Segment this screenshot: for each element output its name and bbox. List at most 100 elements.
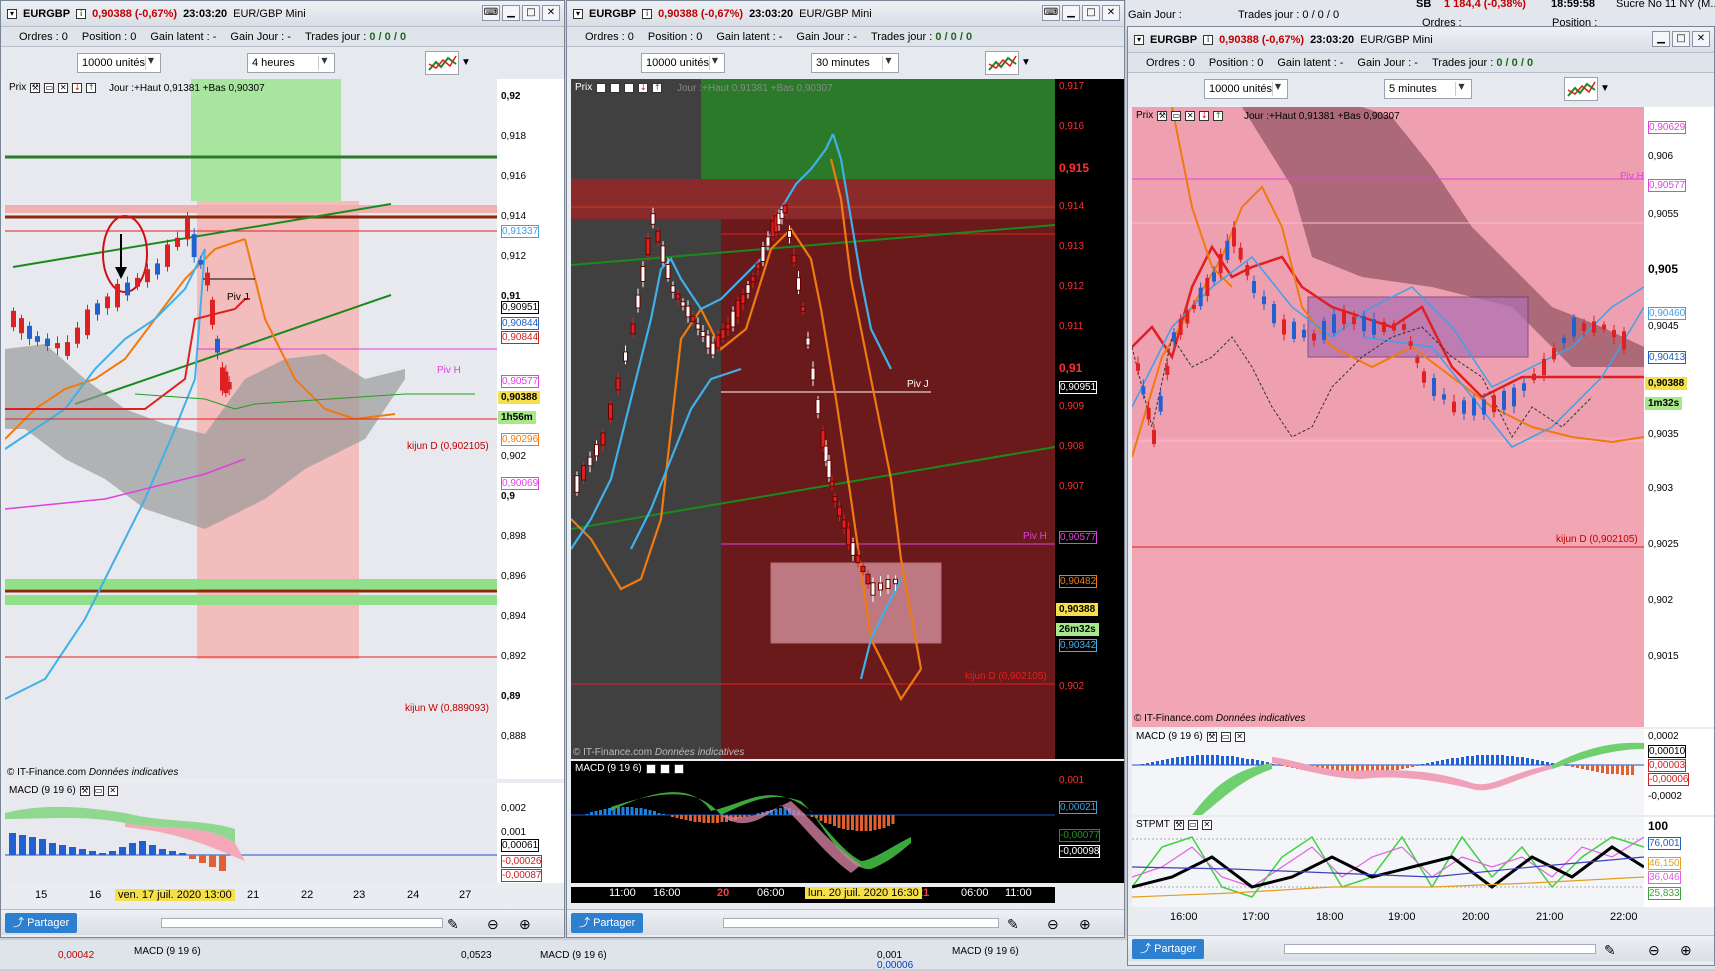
wrench-icon[interactable]: ⚒ <box>645 763 656 774</box>
chevron-down-icon[interactable]: ▾ <box>7 8 17 19</box>
close-icon[interactable]: ✕ <box>58 82 69 93</box>
maximize-button[interactable]: □ <box>1082 5 1100 21</box>
maximize-button[interactable]: □ <box>1672 31 1690 47</box>
units-select[interactable]: 10000 unités ▼ <box>77 53 161 73</box>
price-axis[interactable]: 0,92 0,918 0,916 0,914 0,912 0,91 0,902 … <box>497 79 564 779</box>
price-chart[interactable]: Prix ⚒ ▭ ✕ ↓ ↑ Jour :+Haut 0,91381 +Bas … <box>1132 107 1644 727</box>
drawing-tool-icon[interactable]: ✎ <box>447 916 459 933</box>
timeframe-select[interactable]: 5 minutes ▼ <box>1384 79 1472 99</box>
close-icon[interactable]: ✕ <box>1234 731 1245 742</box>
candle <box>791 254 797 264</box>
horizontal-scrollbar[interactable] <box>1284 944 1596 954</box>
chevron-down-icon[interactable]: ▾ <box>573 8 583 19</box>
macd-histogram-bar <box>1191 756 1194 765</box>
horizontal-scrollbar[interactable] <box>161 918 443 928</box>
units-select[interactable]: 10000 unités ▼ <box>641 53 725 73</box>
partager-button[interactable]: ⤴ Partager <box>1132 939 1205 959</box>
units-select[interactable]: 10000 unités ▼ <box>1204 79 1288 99</box>
wrench-icon[interactable]: ⚒ <box>79 785 90 796</box>
candle <box>587 456 593 467</box>
zoom-out-icon[interactable]: ⊖ <box>487 916 499 933</box>
trades-jour-label: Trades jour : <box>870 30 933 43</box>
window-icon[interactable]: ▭ <box>1220 731 1231 742</box>
close-button[interactable]: ✕ <box>1102 5 1120 21</box>
price-axis[interactable]: 0,917 0,916 0,915 0,914 0,913 0,912 0,91… <box>1055 79 1124 759</box>
stpmt-panel[interactable]: STPMT ⚒ ▭ ✕ <box>1132 817 1644 907</box>
macd-histogram-bar <box>1571 765 1574 767</box>
price-axis[interactable]: 0,90629 0,906 0,90577 0,9055 0,905 0,904… <box>1644 107 1714 727</box>
zoom-out-icon[interactable]: ⊖ <box>1648 942 1660 959</box>
donnees-text: Données indicatives <box>88 767 179 778</box>
wrench-icon[interactable]: ⚒ <box>1173 819 1184 830</box>
chart-type-button[interactable] <box>985 51 1019 75</box>
drawing-tool-icon[interactable]: ✎ <box>1604 942 1616 959</box>
macd-panel[interactable]: MACD (9 19 6) ⚒ ▭ ✕ <box>1132 729 1644 815</box>
macd-histogram-bar <box>594 811 598 815</box>
zoom-in-icon[interactable]: ⊕ <box>1680 942 1692 959</box>
window-icon[interactable]: ▭ <box>596 82 607 93</box>
price-chart[interactable]: Jour :+Haut 0,91381 +Bas 0,90307 Prix ⚒ … <box>5 79 497 779</box>
minimize-button[interactable]: ▁ <box>1062 5 1080 21</box>
partager-label: Partager <box>1154 943 1197 955</box>
candle <box>85 309 90 336</box>
date-tag: lun. 20 juil. 2020 16:30 <box>805 887 922 899</box>
symbol: EURGBP <box>23 7 71 20</box>
horizontal-scrollbar[interactable] <box>723 918 999 928</box>
arrow-down-icon[interactable]: ↓ <box>72 82 83 93</box>
y-tick: 0,905 <box>1648 262 1679 276</box>
chart-type-button[interactable] <box>425 51 459 75</box>
info-icon[interactable]: i <box>76 8 87 19</box>
arrow-up-icon[interactable]: ↑ <box>652 82 663 93</box>
maximize-button[interactable]: □ <box>522 5 540 21</box>
close-icon[interactable]: ✕ <box>1185 110 1196 121</box>
info-icon[interactable]: i <box>1203 34 1214 45</box>
candle <box>1136 363 1140 371</box>
x-label: 06:00 <box>961 887 989 899</box>
price-chart[interactable]: Prix ▭ ⚒ ✕ ↓ ↑ Jour :+Haut 0,91381 +Bas … <box>571 79 1055 759</box>
chart-type-button[interactable] <box>1564 77 1598 101</box>
timeframe-select[interactable]: 30 minutes ▼ <box>811 53 899 73</box>
zoom-in-icon[interactable]: ⊕ <box>1079 916 1091 933</box>
macd-histogram-bar <box>882 815 886 828</box>
window-icon[interactable]: ▭ <box>44 82 55 93</box>
close-icon[interactable]: ✕ <box>1201 819 1212 830</box>
partager-button[interactable]: ⤴ Partager <box>571 913 644 933</box>
drawing-tool-icon[interactable]: ✎ <box>1007 916 1019 933</box>
arrow-down-icon[interactable]: ↓ <box>1199 110 1210 121</box>
gain-jour-value: - <box>1414 56 1418 69</box>
macd-panel[interactable]: MACD (9 19 6) ⚒ ▭ ✕ <box>5 783 497 883</box>
window-icon[interactable]: ▭ <box>1171 110 1182 121</box>
window-icon[interactable]: ▭ <box>659 763 670 774</box>
keyboard-icon[interactable]: ⌨ <box>482 5 500 21</box>
window-icon[interactable]: ▭ <box>93 785 104 796</box>
zoom-out-icon[interactable]: ⊖ <box>1047 916 1059 933</box>
minimize-button[interactable]: ▁ <box>502 5 520 21</box>
close-icon[interactable]: ✕ <box>624 82 635 93</box>
wrench-icon[interactable]: ⚒ <box>1206 731 1217 742</box>
timeframe-select[interactable]: 4 heures ▼ <box>247 53 335 73</box>
arrow-up-icon[interactable]: ↑ <box>1213 110 1224 121</box>
macd-histogram-bar <box>1431 762 1434 765</box>
minimize-button[interactable]: ▁ <box>1652 31 1670 47</box>
close-icon[interactable]: ✕ <box>673 763 684 774</box>
arrow-up-icon[interactable]: ↑ <box>86 82 97 93</box>
close-button[interactable]: ✕ <box>1692 31 1710 47</box>
chevron-down-icon[interactable]: ▾ <box>1134 34 1144 45</box>
units-value: 10000 unités <box>646 57 709 69</box>
wrench-icon[interactable]: ⚒ <box>1157 110 1168 121</box>
macd-panel[interactable]: MACD (9 19 6) ⚒ ▭ ✕ <box>571 761 1055 883</box>
close-button[interactable]: ✕ <box>542 5 560 21</box>
window-icon[interactable]: ▭ <box>1187 819 1198 830</box>
keyboard-icon[interactable]: ⌨ <box>1042 5 1060 21</box>
chevron-down-icon[interactable]: ▼ <box>1600 83 1610 94</box>
wrench-icon[interactable]: ⚒ <box>610 82 621 93</box>
zoom-in-icon[interactable]: ⊕ <box>519 916 531 933</box>
arrow-down-icon[interactable]: ↓ <box>638 82 649 93</box>
bg-macd-title-2: MACD (9 19 6) <box>540 950 607 961</box>
partager-button[interactable]: ⤴ Partager <box>5 913 78 933</box>
info-icon[interactable]: i <box>642 8 653 19</box>
chevron-down-icon[interactable]: ▼ <box>1021 57 1031 68</box>
wrench-icon[interactable]: ⚒ <box>30 82 41 93</box>
chevron-down-icon[interactable]: ▼ <box>461 57 471 68</box>
close-icon[interactable]: ✕ <box>107 785 118 796</box>
